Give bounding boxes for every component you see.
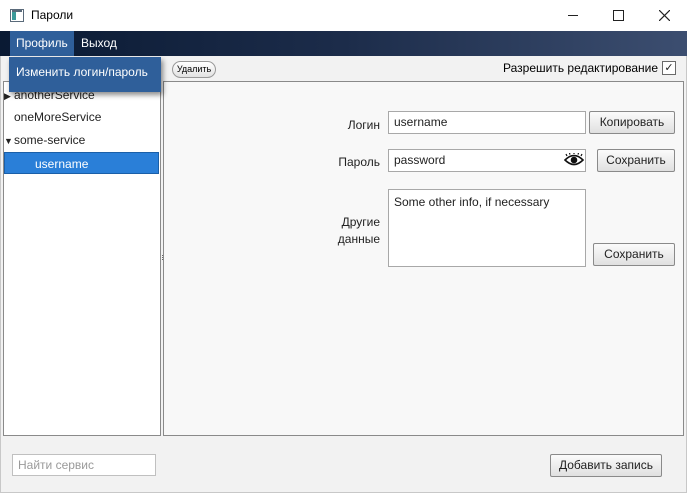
tree-item-onemoreservice[interactable]: oneMoreService xyxy=(4,106,159,128)
close-button[interactable] xyxy=(641,0,687,31)
password-field[interactable]: password xyxy=(388,149,586,172)
copy-button[interactable]: Копировать xyxy=(589,111,675,134)
other-data-label: Другие данные xyxy=(337,215,380,246)
save-password-button[interactable]: Сохранить xyxy=(597,149,675,172)
tree-item-label: username xyxy=(35,157,89,171)
maximize-button[interactable] xyxy=(595,0,641,31)
minimize-icon xyxy=(568,15,578,16)
menu-profile[interactable]: Профиль xyxy=(10,31,74,56)
add-record-button[interactable]: Добавить запись xyxy=(550,454,662,477)
allow-editing-label: Разрешить редактирование xyxy=(503,61,659,75)
tree-item-some-service[interactable]: ▼some-service xyxy=(4,129,159,151)
tree-item-label: oneMoreService xyxy=(14,110,102,124)
search-service-input[interactable]: Найти сервис xyxy=(12,454,156,476)
minimize-button[interactable] xyxy=(550,0,596,31)
login-label: Логин xyxy=(347,118,380,132)
password-label: Пароль xyxy=(338,155,380,169)
menu-item-change-login-password[interactable]: Изменить логин/пароль xyxy=(16,65,148,79)
other-data-textarea[interactable]: Some other info, if necessary xyxy=(388,189,586,267)
menu-exit[interactable]: Выход xyxy=(75,31,123,56)
app-window-icon xyxy=(10,9,24,22)
eye-icon xyxy=(563,152,585,166)
login-field[interactable]: username xyxy=(388,111,586,134)
window-title: Пароли xyxy=(31,8,74,22)
show-password-eye-icon[interactable] xyxy=(563,152,585,167)
allow-editing-checkbox[interactable]: ✓ xyxy=(662,61,676,75)
maximize-icon xyxy=(612,10,624,21)
save-other-data-button[interactable]: Сохранить xyxy=(593,243,675,266)
collapse-arrow-icon[interactable]: ▼ xyxy=(4,130,14,152)
tree-item-username-selected[interactable]: username xyxy=(4,152,159,174)
tree-item-label: some-service xyxy=(14,133,86,147)
close-icon xyxy=(658,10,670,21)
delete-button[interactable]: Удалить xyxy=(172,61,216,78)
